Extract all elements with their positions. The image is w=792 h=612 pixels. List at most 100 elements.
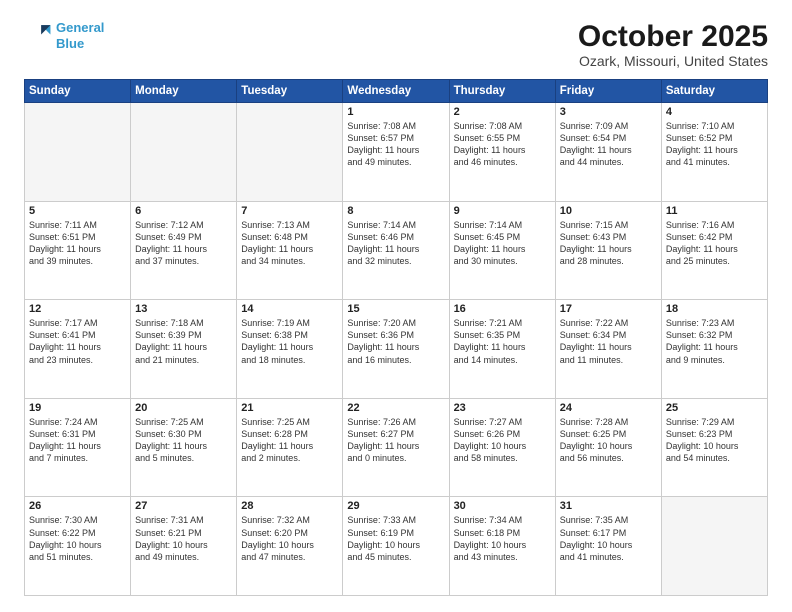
calendar-cell: 10 Sunrise: 7:15 AM Sunset: 6:43 PM Dayli…: [555, 201, 661, 300]
day-number: 5: [29, 205, 126, 217]
calendar-cell: [237, 103, 343, 202]
day-info: Sunrise: 7:12 AM Sunset: 6:49 PM Dayligh…: [135, 219, 232, 268]
calendar-cell: 14 Sunrise: 7:19 AM Sunset: 6:38 PM Dayli…: [237, 300, 343, 399]
calendar-cell: 27 Sunrise: 7:31 AM Sunset: 6:21 PM Dayli…: [131, 497, 237, 596]
day-info: Sunrise: 7:14 AM Sunset: 6:45 PM Dayligh…: [454, 219, 551, 268]
location-title: Ozark, Missouri, United States: [578, 53, 768, 69]
calendar-cell: 7 Sunrise: 7:13 AM Sunset: 6:48 PM Daylig…: [237, 201, 343, 300]
calendar-cell: 1Sunrise: 7:08 AM Sunset: 6:57 PM Daylig…: [343, 103, 449, 202]
calendar-cell: 30 Sunrise: 7:34 AM Sunset: 6:18 PM Dayli…: [449, 497, 555, 596]
col-friday: Friday: [555, 80, 661, 103]
day-number: 3: [560, 106, 657, 118]
calendar-cell: 5Sunrise: 7:11 AM Sunset: 6:51 PM Daylig…: [25, 201, 131, 300]
col-sunday: Sunday: [25, 80, 131, 103]
day-number: 25: [666, 402, 763, 414]
calendar-cell: 4 Sunrise: 7:10 AM Sunset: 6:52 PM Daylig…: [661, 103, 767, 202]
calendar-cell: 18Sunrise: 7:23 AM Sunset: 6:32 PM Dayli…: [661, 300, 767, 399]
day-number: 4: [666, 106, 763, 118]
page: General Blue October 2025 Ozark, Missour…: [0, 0, 792, 612]
col-monday: Monday: [131, 80, 237, 103]
day-number: 12: [29, 303, 126, 315]
title-block: October 2025 Ozark, Missouri, United Sta…: [578, 20, 768, 69]
day-number: 19: [29, 402, 126, 414]
calendar-cell: 15 Sunrise: 7:20 AM Sunset: 6:36 PM Dayli…: [343, 300, 449, 399]
day-number: 29: [347, 500, 444, 512]
day-number: 31: [560, 500, 657, 512]
day-info: Sunrise: 7:25 AM Sunset: 6:30 PM Dayligh…: [135, 416, 232, 465]
day-info: Sunrise: 7:16 AM Sunset: 6:42 PM Dayligh…: [666, 219, 763, 268]
day-number: 2: [454, 106, 551, 118]
day-info: Sunrise: 7:24 AM Sunset: 6:31 PM Dayligh…: [29, 416, 126, 465]
day-info: Sunrise: 7:29 AM Sunset: 6:23 PM Dayligh…: [666, 416, 763, 465]
day-number: 28: [241, 500, 338, 512]
day-number: 17: [560, 303, 657, 315]
calendar-cell: 23 Sunrise: 7:27 AM Sunset: 6:26 PM Dayli…: [449, 398, 555, 497]
calendar-cell: 2 Sunrise: 7:08 AM Sunset: 6:55 PM Daylig…: [449, 103, 555, 202]
calendar-cell: [131, 103, 237, 202]
day-info: Sunrise: 7:27 AM Sunset: 6:26 PM Dayligh…: [454, 416, 551, 465]
day-info: Sunrise: 7:15 AM Sunset: 6:43 PM Dayligh…: [560, 219, 657, 268]
week-row-5: 26 Sunrise: 7:30 AM Sunset: 6:22 PM Dayli…: [25, 497, 768, 596]
calendar-cell: 6Sunrise: 7:12 AM Sunset: 6:49 PM Daylig…: [131, 201, 237, 300]
logo-text: General Blue: [56, 20, 104, 51]
logo-line1: General: [56, 20, 104, 35]
day-number: 15: [347, 303, 444, 315]
day-info: Sunrise: 7:18 AM Sunset: 6:39 PM Dayligh…: [135, 317, 232, 366]
col-saturday: Saturday: [661, 80, 767, 103]
week-row-4: 19 Sunrise: 7:24 AM Sunset: 6:31 PM Dayli…: [25, 398, 768, 497]
day-info: Sunrise: 7:13 AM Sunset: 6:48 PM Dayligh…: [241, 219, 338, 268]
day-number: 10: [560, 205, 657, 217]
day-info: Sunrise: 7:20 AM Sunset: 6:36 PM Dayligh…: [347, 317, 444, 366]
day-info: Sunrise: 7:34 AM Sunset: 6:18 PM Dayligh…: [454, 514, 551, 563]
logo: General Blue: [24, 20, 104, 51]
day-info: Sunrise: 7:30 AM Sunset: 6:22 PM Dayligh…: [29, 514, 126, 563]
day-number: 1: [347, 106, 444, 118]
calendar-cell: 25 Sunrise: 7:29 AM Sunset: 6:23 PM Dayli…: [661, 398, 767, 497]
calendar-cell: 28 Sunrise: 7:32 AM Sunset: 6:20 PM Dayli…: [237, 497, 343, 596]
day-number: 14: [241, 303, 338, 315]
logo-line2: Blue: [56, 36, 84, 51]
day-info: Sunrise: 7:33 AM Sunset: 6:19 PM Dayligh…: [347, 514, 444, 563]
day-number: 23: [454, 402, 551, 414]
logo-icon: [24, 22, 52, 50]
calendar-cell: [661, 497, 767, 596]
calendar-cell: 20 Sunrise: 7:25 AM Sunset: 6:30 PM Dayli…: [131, 398, 237, 497]
day-number: 30: [454, 500, 551, 512]
col-thursday: Thursday: [449, 80, 555, 103]
calendar-cell: 22Sunrise: 7:26 AM Sunset: 6:27 PM Dayli…: [343, 398, 449, 497]
calendar-cell: 19 Sunrise: 7:24 AM Sunset: 6:31 PM Dayli…: [25, 398, 131, 497]
day-number: 27: [135, 500, 232, 512]
day-info: Sunrise: 7:10 AM Sunset: 6:52 PM Dayligh…: [666, 120, 763, 169]
day-number: 9: [454, 205, 551, 217]
calendar-cell: [25, 103, 131, 202]
day-info: Sunrise: 7:19 AM Sunset: 6:38 PM Dayligh…: [241, 317, 338, 366]
day-number: 11: [666, 205, 763, 217]
calendar-cell: 9 Sunrise: 7:14 AM Sunset: 6:45 PM Daylig…: [449, 201, 555, 300]
calendar-cell: 12Sunrise: 7:17 AM Sunset: 6:41 PM Dayli…: [25, 300, 131, 399]
calendar-cell: 29 Sunrise: 7:33 AM Sunset: 6:19 PM Dayli…: [343, 497, 449, 596]
day-info: Sunrise: 7:08 AM Sunset: 6:55 PM Dayligh…: [454, 120, 551, 169]
calendar-cell: 17Sunrise: 7:22 AM Sunset: 6:34 PM Dayli…: [555, 300, 661, 399]
week-row-1: 1Sunrise: 7:08 AM Sunset: 6:57 PM Daylig…: [25, 103, 768, 202]
day-info: Sunrise: 7:31 AM Sunset: 6:21 PM Dayligh…: [135, 514, 232, 563]
calendar-cell: 16Sunrise: 7:21 AM Sunset: 6:35 PM Dayli…: [449, 300, 555, 399]
day-number: 22: [347, 402, 444, 414]
col-tuesday: Tuesday: [237, 80, 343, 103]
month-title: October 2025: [578, 20, 768, 53]
day-info: Sunrise: 7:23 AM Sunset: 6:32 PM Dayligh…: [666, 317, 763, 366]
day-info: Sunrise: 7:25 AM Sunset: 6:28 PM Dayligh…: [241, 416, 338, 465]
day-number: 8: [347, 205, 444, 217]
week-row-2: 5Sunrise: 7:11 AM Sunset: 6:51 PM Daylig…: [25, 201, 768, 300]
calendar-cell: 13Sunrise: 7:18 AM Sunset: 6:39 PM Dayli…: [131, 300, 237, 399]
day-number: 7: [241, 205, 338, 217]
header-row: Sunday Monday Tuesday Wednesday Thursday…: [25, 80, 768, 103]
calendar-table: Sunday Monday Tuesday Wednesday Thursday…: [24, 79, 768, 596]
day-info: Sunrise: 7:32 AM Sunset: 6:20 PM Dayligh…: [241, 514, 338, 563]
day-number: 24: [560, 402, 657, 414]
day-number: 16: [454, 303, 551, 315]
calendar-cell: 11 Sunrise: 7:16 AM Sunset: 6:42 PM Dayli…: [661, 201, 767, 300]
day-number: 20: [135, 402, 232, 414]
calendar-cell: 31Sunrise: 7:35 AM Sunset: 6:17 PM Dayli…: [555, 497, 661, 596]
week-row-3: 12Sunrise: 7:17 AM Sunset: 6:41 PM Dayli…: [25, 300, 768, 399]
day-number: 26: [29, 500, 126, 512]
